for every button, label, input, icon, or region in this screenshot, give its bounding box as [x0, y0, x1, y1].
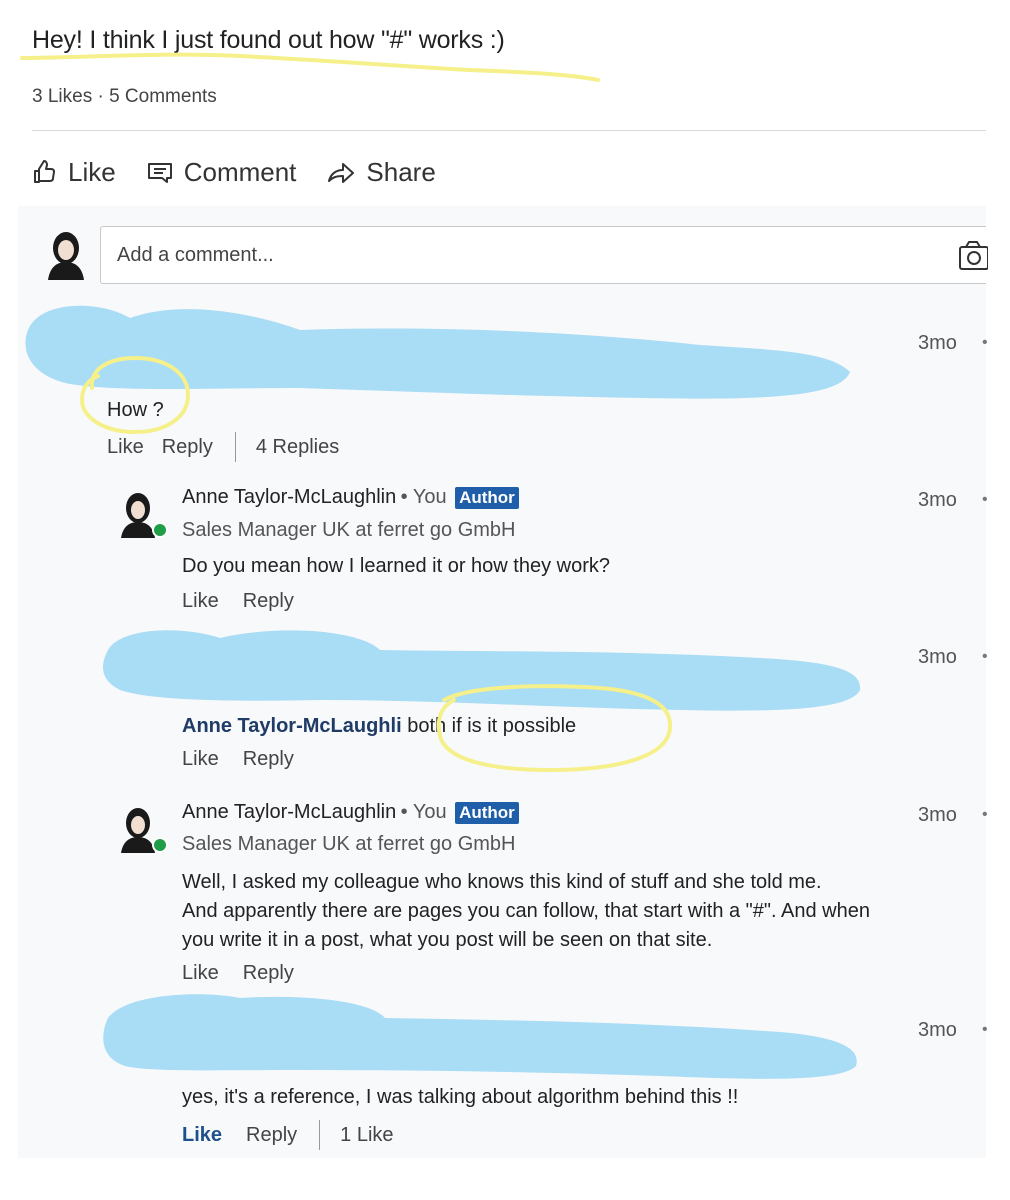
reply-text-row: Anne Taylor-McLaughli both if is it poss…: [182, 712, 576, 741]
reply-text-line: you write it in a post, what you post wi…: [182, 929, 713, 951]
post-action-bar: Like Comment Share: [30, 152, 436, 192]
post-stats[interactable]: 3 Likes · 5 Comments: [32, 86, 217, 108]
bullet: •: [400, 486, 413, 508]
reply-time: 3mo: [918, 489, 957, 511]
reply-likes-count[interactable]: 1 Like: [340, 1124, 393, 1147]
highlight-underline: [20, 52, 600, 82]
anne-avatar[interactable]: [118, 490, 168, 542]
reply-reply-link[interactable]: Reply: [246, 1124, 297, 1147]
author-badge: Author: [455, 487, 519, 509]
comment-input[interactable]: Add a comment...: [100, 226, 988, 284]
comment-icon: [147, 163, 172, 183]
reply-header: Anne Taylor-McLaughlin • You Author: [182, 801, 519, 824]
more-icon[interactable]: •: [982, 334, 988, 352]
reply-actions: Like Reply: [182, 590, 294, 613]
mention-link[interactable]: Anne Taylor-McLaughli: [182, 715, 402, 737]
online-status-icon: [152, 522, 168, 538]
reply-time: 3mo: [918, 804, 957, 826]
more-icon[interactable]: •: [982, 1021, 988, 1039]
comment-button[interactable]: Comment: [146, 156, 297, 188]
author-headline: Sales Manager UK at ferret go GmbH: [182, 833, 516, 855]
reply-reply-link[interactable]: Reply: [243, 748, 294, 771]
reply-text: Do you mean how I learned it or how they…: [182, 555, 610, 577]
reply-actions: Like Reply 1 Like: [182, 1120, 394, 1150]
anne-avatar[interactable]: [118, 805, 168, 857]
bullet: •: [400, 801, 413, 823]
comment-reply-link[interactable]: Reply: [162, 436, 213, 459]
more-icon[interactable]: •: [982, 648, 988, 666]
reply-text-line: And apparently there are pages you can f…: [182, 900, 870, 922]
comment-actions: Like Reply 4 Replies: [107, 432, 339, 462]
author-headline: Sales Manager UK at ferret go GmbH: [182, 519, 516, 541]
reply-time: 3mo: [918, 1019, 957, 1041]
comment-text: How ?: [107, 399, 164, 421]
comment-time: 3mo: [918, 332, 957, 354]
online-status-icon: [152, 837, 168, 853]
you-label: You: [412, 801, 447, 823]
user-avatar-icon[interactable]: [44, 228, 88, 280]
reply-reply-link[interactable]: Reply: [243, 590, 294, 613]
more-icon[interactable]: •: [982, 491, 988, 509]
reply-text: both if is it possible: [407, 715, 577, 737]
post-divider: [32, 130, 986, 131]
reply-text: yes, it's a reference, I was talking abo…: [182, 1086, 739, 1108]
reply-actions: Like Reply: [182, 962, 294, 985]
separator: [319, 1120, 321, 1150]
author-name[interactable]: Anne Taylor-McLaughlin: [182, 801, 396, 823]
reply-like-link-active[interactable]: Like: [182, 1124, 222, 1147]
reply-text-line: Well, I asked my colleague who knows thi…: [182, 871, 822, 893]
author-name[interactable]: Anne Taylor-McLaughlin: [182, 486, 396, 508]
camera-icon[interactable]: [958, 239, 988, 271]
like-label: Like: [68, 156, 116, 187]
share-button[interactable]: Share: [326, 156, 436, 188]
share-arrow-icon: [328, 163, 355, 183]
post-text: Hey! I think I just found out how "#" wo…: [32, 26, 505, 54]
thumbs-up-icon: [34, 160, 55, 183]
comment-label: Comment: [183, 156, 297, 187]
reply-like-link[interactable]: Like: [182, 748, 219, 771]
you-label: You: [412, 486, 447, 508]
like-button[interactable]: Like: [30, 157, 116, 188]
reply-header: Anne Taylor-McLaughlin • You Author: [182, 486, 519, 509]
reply-like-link[interactable]: Like: [182, 962, 219, 985]
reply-text-block: Well, I asked my colleague who knows thi…: [182, 868, 870, 955]
more-icon[interactable]: •: [982, 806, 988, 824]
comment-like-link[interactable]: Like: [107, 436, 144, 459]
replies-count-link[interactable]: 4 Replies: [256, 436, 339, 459]
reply-actions: Like Reply: [182, 748, 294, 771]
reply-reply-link[interactable]: Reply: [243, 962, 294, 985]
share-label: Share: [366, 156, 436, 187]
reply-time: 3mo: [918, 646, 957, 668]
reply-like-link[interactable]: Like: [182, 590, 219, 613]
separator: [234, 432, 236, 462]
comments-section: [18, 206, 986, 1158]
comment-input-placeholder: Add a comment...: [117, 243, 274, 266]
author-badge: Author: [455, 802, 519, 824]
